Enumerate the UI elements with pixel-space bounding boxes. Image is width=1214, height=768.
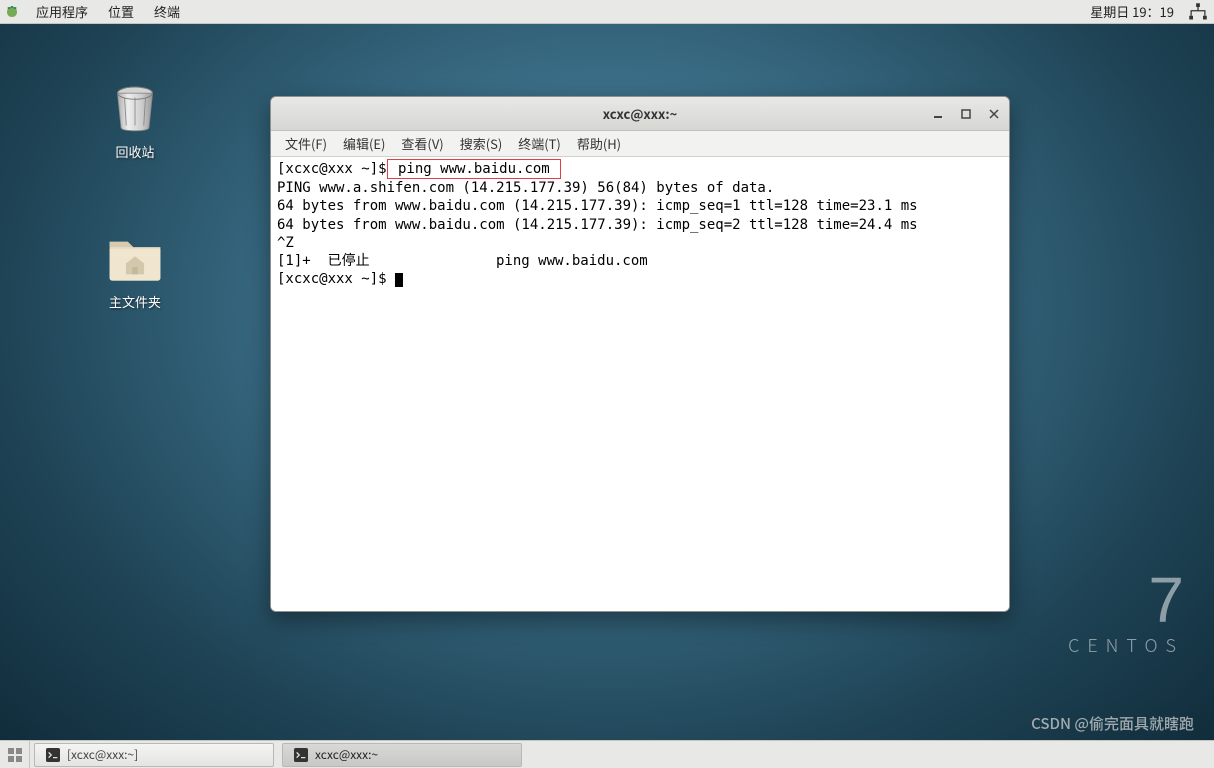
- bottom-panel: [xcxc@xxx:~] xcxc@xxx:~: [0, 740, 1214, 768]
- terminal-output-line: 64 bytes from www.baidu.com (14.215.177.…: [277, 198, 918, 214]
- menu-search[interactable]: 搜索(S): [452, 134, 511, 153]
- menu-view[interactable]: 查看(V): [393, 134, 451, 153]
- terminal-icon: [293, 747, 309, 763]
- terminal-cursor: [395, 273, 403, 287]
- terminal-output-line: ^Z: [277, 235, 294, 251]
- menu-applications[interactable]: 应用程序: [26, 0, 98, 24]
- centos-version: 7: [1068, 568, 1184, 632]
- highlighted-command: ping www.baidu.com: [387, 159, 562, 179]
- gnome-foot-icon: [4, 4, 20, 20]
- maximize-button[interactable]: [957, 105, 975, 123]
- top-panel: 应用程序 位置 终端 星期日 19：19: [0, 0, 1214, 24]
- taskbar-item-2[interactable]: xcxc@xxx:~: [282, 743, 522, 767]
- prompt: [xcxc@xxx ~]$: [277, 271, 395, 287]
- menu-help[interactable]: 帮助(H): [569, 134, 629, 153]
- minimize-button[interactable]: [929, 105, 947, 123]
- terminal-menubar: 文件(F) 编辑(E) 查看(V) 搜索(S) 终端(T) 帮助(H): [271, 131, 1009, 157]
- terminal-window: xcxc@xxx:~ 文件(F) 编辑(E) 查看(V) 搜索(S) 终端(T)…: [270, 96, 1010, 612]
- system-tray: 星期日 19：19: [1082, 2, 1214, 22]
- taskbar-item-1[interactable]: [xcxc@xxx:~]: [34, 743, 274, 767]
- desktop-home-label: 主文件夹: [85, 294, 185, 311]
- terminal-output-line: [1]+ 已停止 ping www.baidu.com: [277, 253, 648, 269]
- folder-home-icon: [105, 228, 165, 288]
- desktop-home[interactable]: 主文件夹: [85, 228, 185, 311]
- window-titlebar[interactable]: xcxc@xxx:~: [271, 97, 1009, 131]
- desktop-trash[interactable]: 回收站: [85, 78, 185, 161]
- network-icon[interactable]: [1188, 2, 1208, 22]
- centos-name: CENTOS: [1068, 632, 1184, 658]
- menu-edit[interactable]: 编辑(E): [335, 134, 393, 153]
- menu-terminal[interactable]: 终端: [144, 0, 190, 24]
- terminal-output-line: PING www.a.shifen.com (14.215.177.39) 56…: [277, 180, 774, 196]
- terminal-body[interactable]: [xcxc@xxx ~]$ ping www.baidu.com PING ww…: [271, 157, 1009, 611]
- terminal-icon: [45, 747, 61, 763]
- csdn-watermark: CSDN @偷完面具就瞎跑: [1031, 713, 1194, 734]
- desktop-trash-label: 回收站: [85, 144, 185, 161]
- menu-terminal[interactable]: 终端(T): [510, 134, 569, 153]
- window-title: xcxc@xxx:~: [271, 104, 1009, 123]
- prompt: [xcxc@xxx ~]$: [277, 161, 387, 177]
- menu-file[interactable]: 文件(F): [277, 134, 335, 153]
- menu-places[interactable]: 位置: [98, 0, 144, 24]
- centos-brand: 7 CENTOS: [1068, 568, 1184, 658]
- trash-icon: [105, 78, 165, 138]
- terminal-output-line: 64 bytes from www.baidu.com (14.215.177.…: [277, 217, 918, 233]
- clock[interactable]: 星期日 19：19: [1082, 2, 1182, 21]
- window-controls: [929, 105, 1003, 123]
- taskbar-item-label: xcxc@xxx:~: [315, 746, 378, 763]
- show-desktop-button[interactable]: [0, 741, 30, 768]
- taskbar-item-label: [xcxc@xxx:~]: [67, 746, 138, 763]
- close-button[interactable]: [985, 105, 1003, 123]
